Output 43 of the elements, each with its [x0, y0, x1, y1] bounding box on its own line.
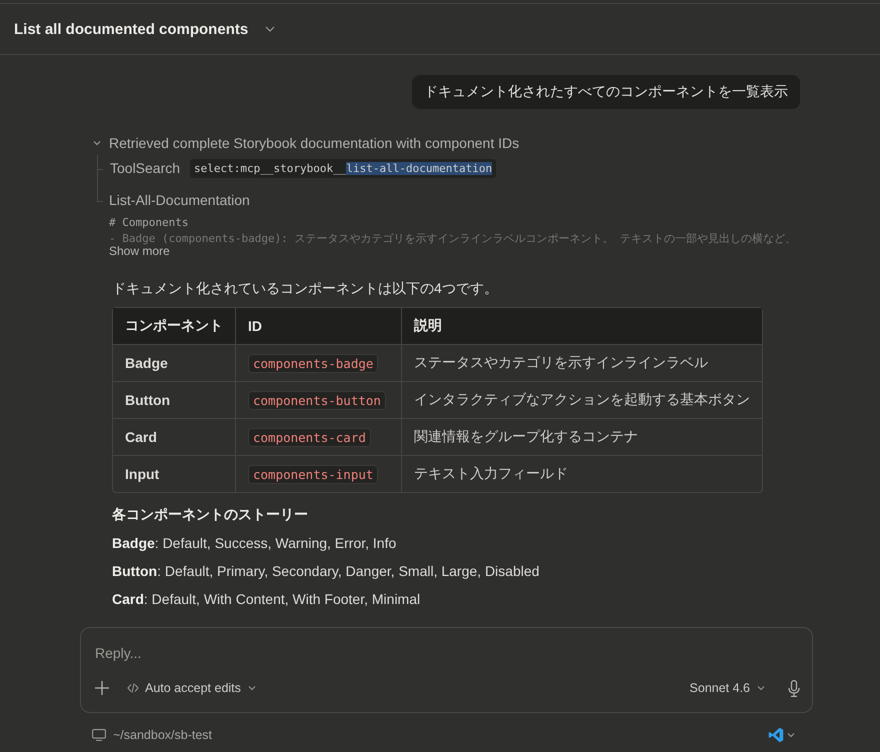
table-cell: 関連情報をグループ化するコンテナ — [402, 418, 762, 455]
output-line: # Components — [109, 215, 190, 231]
conversation-title-button[interactable]: List all documented components — [14, 20, 276, 38]
stories-heading: 各コンポーネントのストーリー — [112, 506, 309, 524]
chevron-down-icon — [756, 683, 766, 693]
table-cell: テキスト入力フィールド — [402, 455, 762, 492]
chevron-down-icon — [246, 683, 257, 693]
tool-query: select:mcp__storybook__list-all-documentation — [190, 158, 496, 178]
story-line: Card: Default, With Content, With Footer, Minimal — [112, 591, 422, 608]
tool-summary-toggle[interactable]: Retrieved complete Storybook documentation with component IDs — [92, 135, 520, 151]
intro-text: ドキュメント化されているコンポーネントは以下の4つです。 — [112, 280, 499, 298]
table-cell: Badge — [113, 344, 236, 381]
column-header: ID — [236, 308, 402, 344]
code-icon — [127, 683, 139, 693]
tool-name: List-All-Documentation — [109, 192, 250, 208]
tool-name: ToolSearch — [110, 160, 180, 176]
show-more-link[interactable]: Show more — [109, 244, 170, 258]
microphone-icon[interactable] — [788, 680, 800, 696]
monitor-icon — [92, 729, 106, 741]
component-id: components-button — [248, 391, 386, 410]
component-id: components-input — [248, 465, 378, 484]
table-cell: Button — [113, 381, 236, 418]
table-cell: Card — [113, 418, 236, 455]
reply-input[interactable]: Reply... — [95, 644, 798, 662]
chevron-down-icon — [786, 730, 796, 740]
component-id: components-badge — [248, 354, 378, 373]
component-id: components-card — [248, 428, 371, 447]
story-line: Button: Default, Primary, Secondary, Danger, Small, Large, Disabled — [112, 563, 540, 580]
table-cell: ステータスやカテゴリを示すインラインラベル — [402, 344, 762, 381]
table-cell: Input — [113, 455, 236, 492]
plus-icon[interactable] — [95, 681, 109, 695]
table-cell: インタラクティブなアクションを起動する基本ボタン — [402, 381, 762, 418]
output-line: - Badge (components-badge): ステータスやカテゴリを示すインラインラベルコンポーネント。 テキストの一部や見出しの横など、 — [109, 231, 792, 243]
model-selector[interactable]: Sonnet 4.6 — [690, 681, 766, 695]
editor-button[interactable] — [768, 727, 796, 743]
mode-selector[interactable]: Auto accept edits — [127, 681, 257, 695]
editor-logo-icon — [768, 727, 784, 743]
folder-path-button[interactable]: ~/sandbox/sb-test — [92, 728, 212, 742]
chevron-down-icon — [92, 138, 102, 148]
column-header: 説明 — [402, 308, 762, 344]
column-header: コンポーネント — [113, 308, 236, 344]
user-message: ドキュメント化されたすべてのコンポーネントを一覧表示 — [412, 75, 800, 109]
story-line: Badge: Default, Success, Warning, Error, Info — [112, 535, 398, 552]
